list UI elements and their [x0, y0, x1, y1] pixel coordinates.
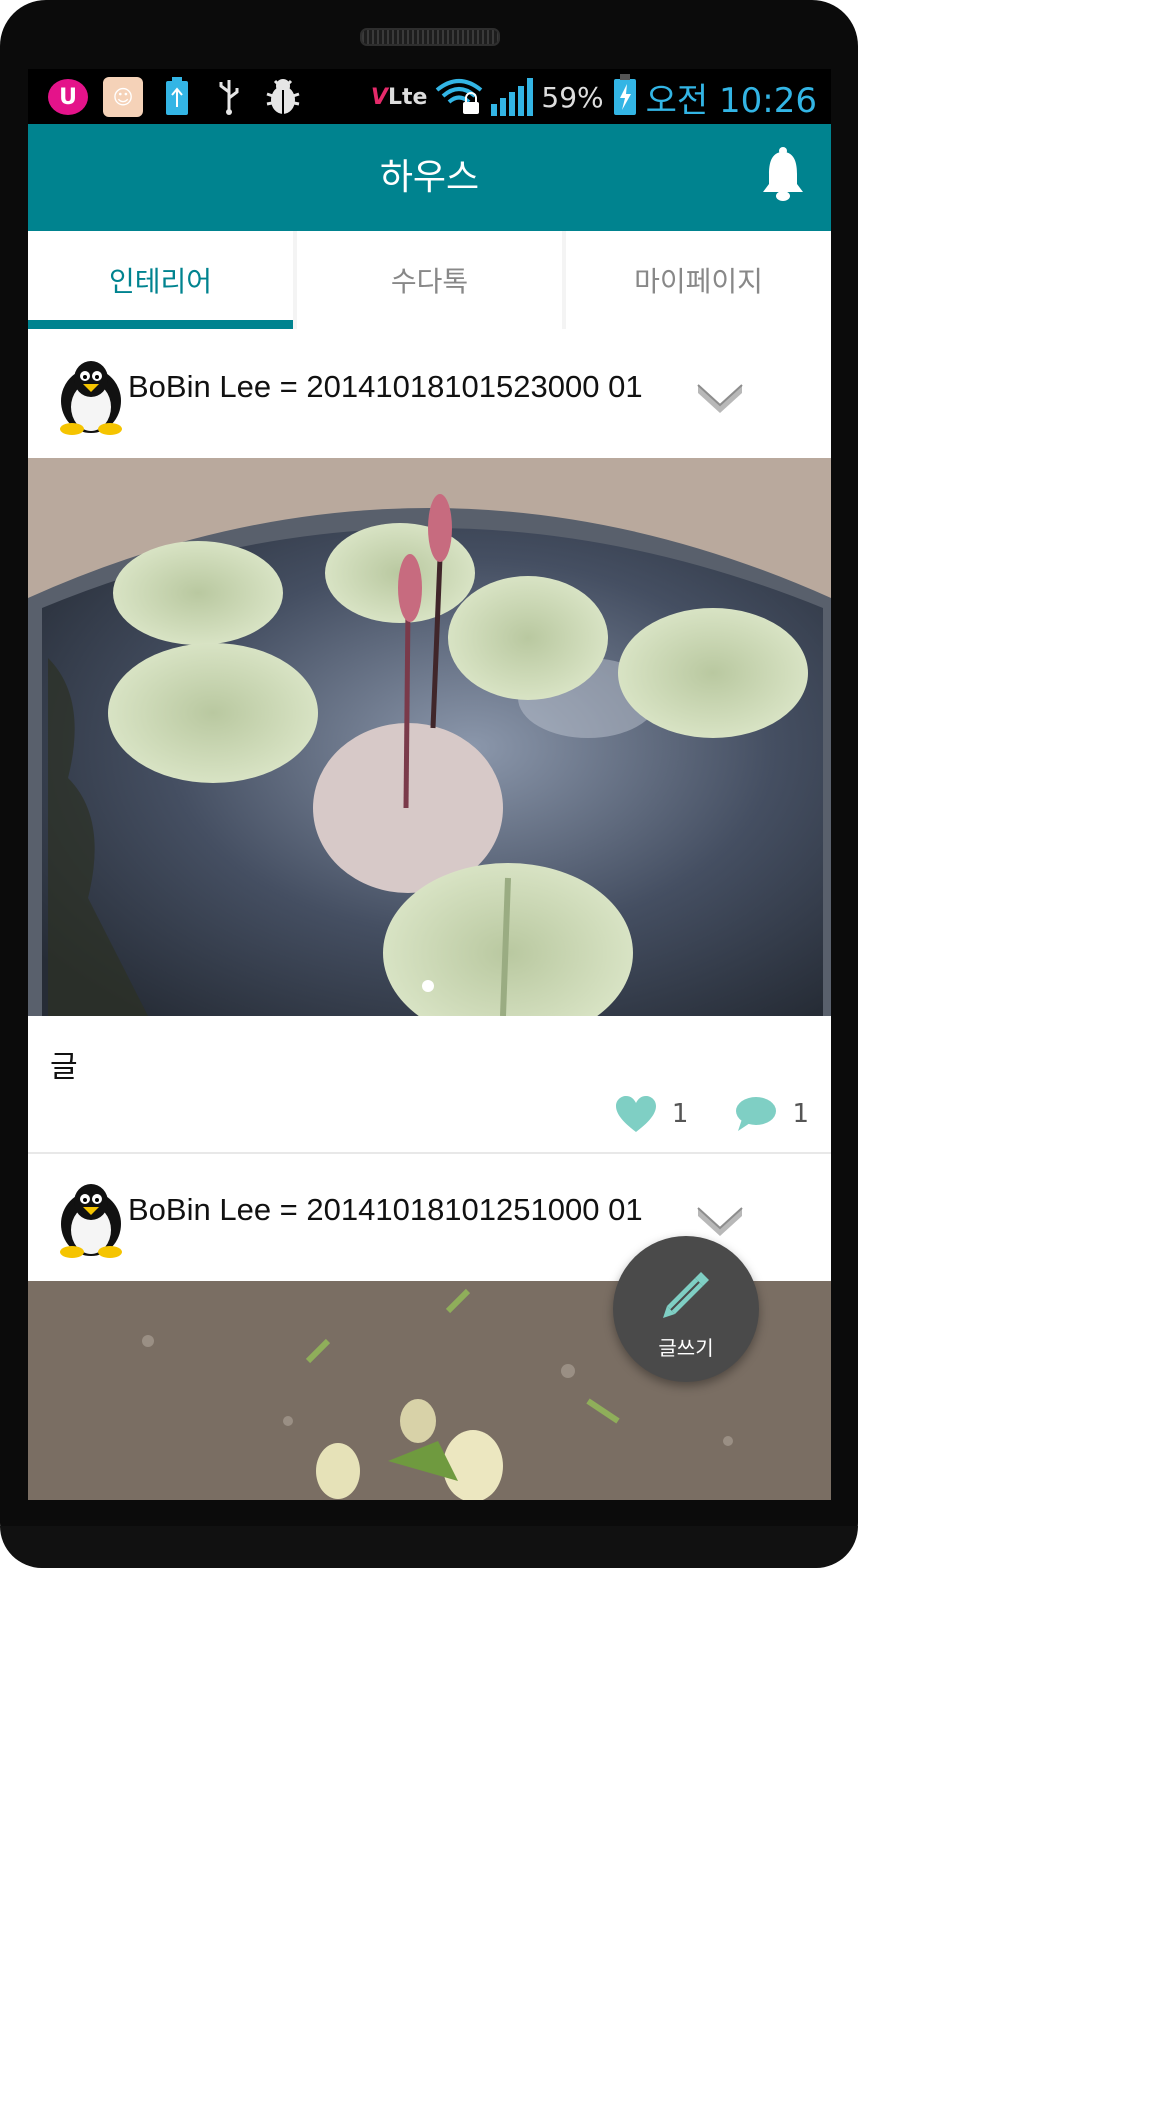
app-bar: 하우스	[28, 124, 831, 231]
tab-bar: 인테리어 수다톡 마이페이지	[28, 231, 831, 329]
wifi-lock-icon	[435, 76, 483, 118]
post-author: BoBin Lee = 20141018101523000 01	[128, 369, 643, 404]
app-title: 하우스	[379, 157, 480, 198]
status-bar: U ☺ VLte 59% 오전 10:26	[28, 69, 831, 124]
post-meta: 1 1	[614, 1094, 809, 1134]
post-author: BoBin Lee = 20141018101251000 01	[128, 1192, 643, 1227]
write-post-label: 글쓰기	[658, 1336, 714, 1360]
usb-icon	[214, 77, 244, 117]
avatar[interactable]	[54, 1178, 128, 1258]
volte-icon: VLte	[370, 84, 428, 110]
phone-frame: U ☺ VLte 59% 오전 10:26 하우스 인테리어 수다톡 마이페이지…	[0, 0, 858, 1568]
write-post-button[interactable]: 글쓰기	[613, 1236, 759, 1382]
speaker-grille	[360, 28, 500, 46]
status-right: VLte 59% 오전 10:26	[370, 74, 817, 121]
bottom-bezel	[0, 1526, 858, 1568]
like-count: 1	[671, 1099, 689, 1129]
post-card: BoBin Lee = 20141018101523000 01 글 1 1	[28, 331, 831, 1154]
comment-icon[interactable]	[734, 1095, 778, 1133]
bell-icon[interactable]	[761, 146, 805, 202]
signal-icon	[491, 78, 534, 116]
chevron-down-icon[interactable]	[696, 1202, 744, 1238]
post-text: 글	[50, 1050, 78, 1085]
screen: U ☺ VLte 59% 오전 10:26 하우스 인테리어 수다톡 마이페이지…	[28, 69, 831, 1500]
tab-mypage[interactable]: 마이페이지	[566, 231, 831, 329]
lily-pond-image	[28, 458, 831, 1016]
heart-icon[interactable]	[614, 1094, 658, 1134]
post-body: 글 1 1	[28, 1016, 831, 1154]
pencil-icon	[663, 1272, 709, 1318]
kakao-icon: ☺	[103, 77, 143, 117]
tab-interior[interactable]: 인테리어	[28, 231, 293, 329]
uplus-icon: U	[48, 79, 88, 115]
post-photo-lily-pads[interactable]	[28, 458, 831, 1016]
image-page-indicator	[422, 980, 434, 992]
battery-charging-icon	[612, 74, 638, 120]
clock: 오전 10:26	[645, 80, 817, 121]
post-header: BoBin Lee = 20141018101523000 01	[28, 331, 831, 458]
battery-percent: 59%	[541, 80, 604, 114]
avatar[interactable]	[54, 355, 128, 435]
battery-saver-icon	[162, 77, 192, 117]
chevron-down-icon[interactable]	[696, 379, 744, 415]
tab-chat[interactable]: 수다톡	[297, 231, 562, 329]
bug-icon	[262, 77, 304, 117]
comment-count: 1	[792, 1099, 809, 1129]
